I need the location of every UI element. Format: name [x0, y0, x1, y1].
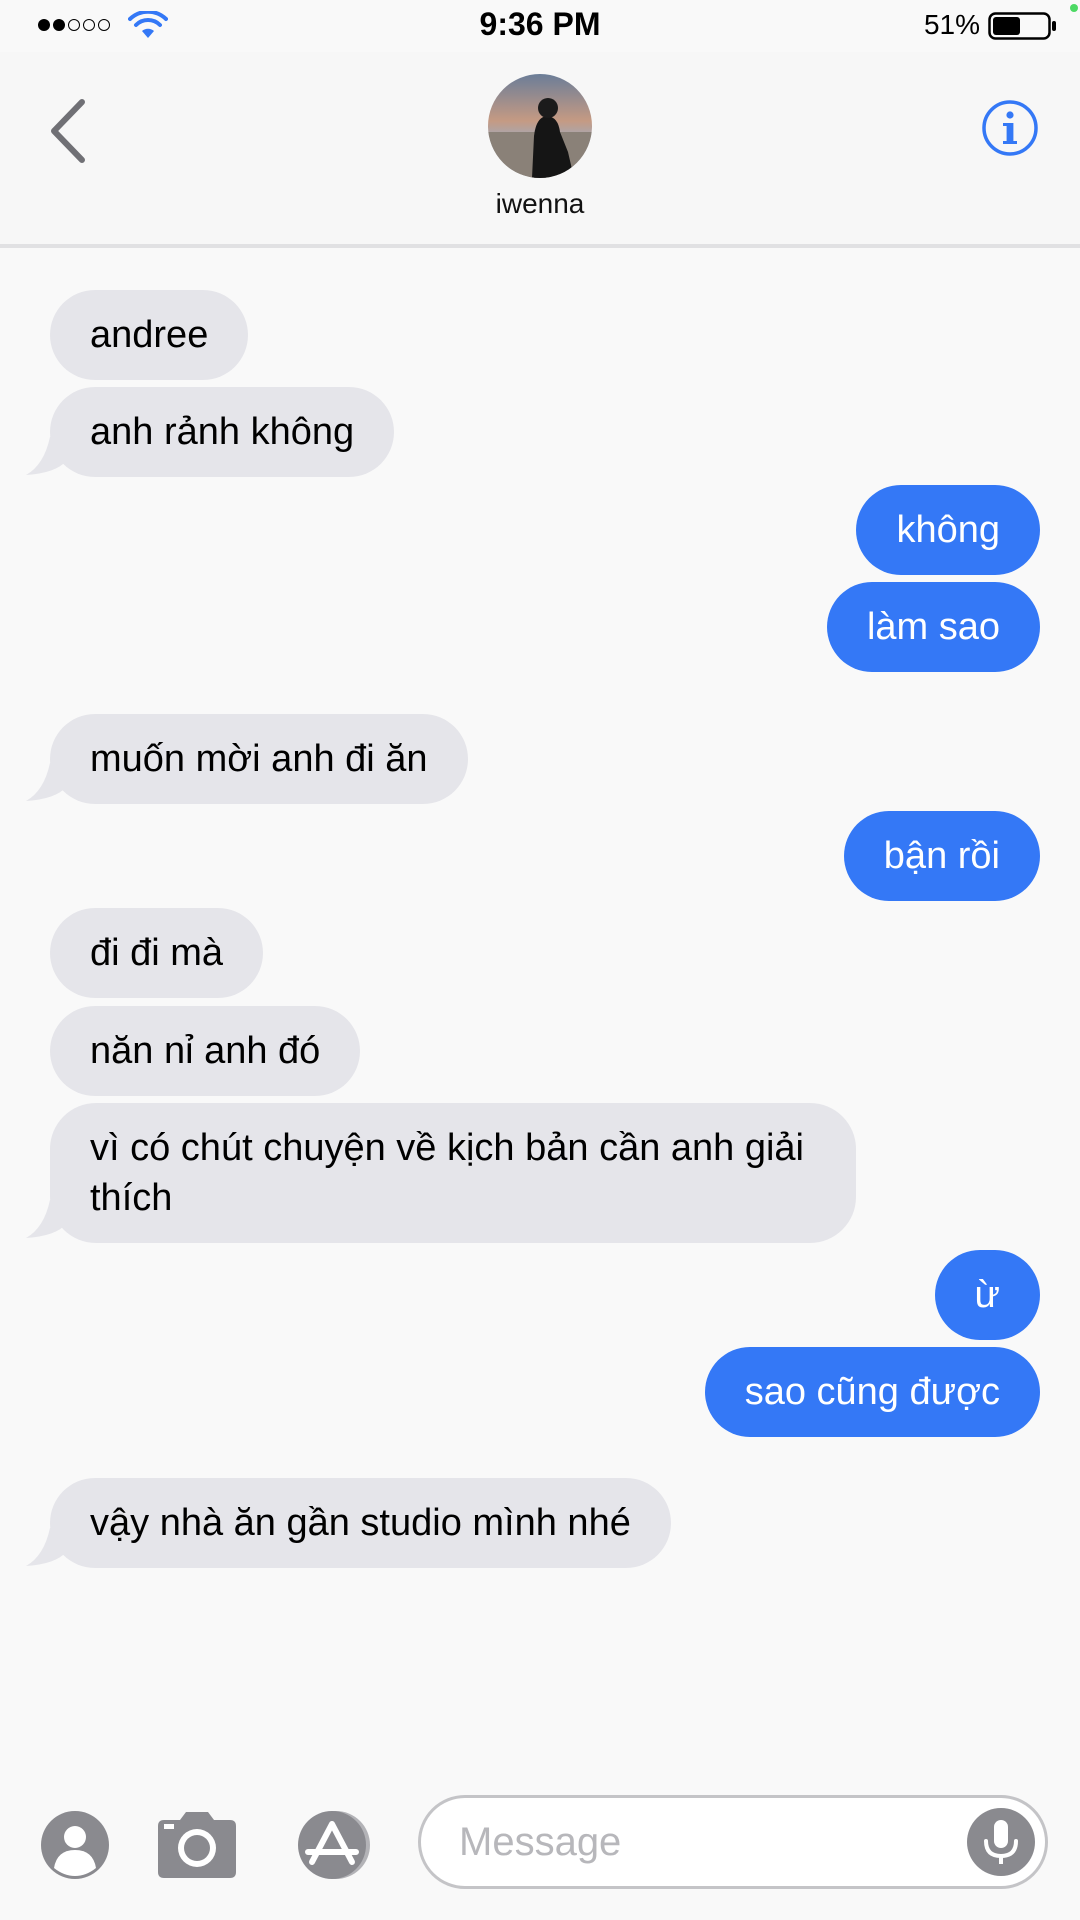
battery-icon: [988, 12, 1056, 40]
contact-name[interactable]: iwenna: [0, 188, 1080, 220]
message-placeholder: Message: [459, 1820, 622, 1864]
app-store-icon[interactable]: [290, 1810, 380, 1880]
message-bubble-incoming[interactable]: vậy nhà ăn gần studio mình nhé: [50, 1478, 671, 1568]
microphone-icon[interactable]: [967, 1808, 1035, 1876]
message-bubble-outgoing[interactable]: không: [856, 485, 1040, 575]
message-bubble-outgoing[interactable]: bận rồi: [843, 811, 1040, 901]
bubble-tail: [26, 763, 66, 801]
bubble-tail: [26, 1200, 66, 1238]
battery-percentage: 51%: [923, 9, 980, 40]
info-icon[interactable]: [980, 98, 1040, 158]
message-bubble-outgoing[interactable]: làm sao: [826, 582, 1040, 672]
bubble-tail: [26, 437, 66, 475]
message-thread: andree anh rảnh không không làm sao muốn…: [0, 248, 1080, 1748]
message-bubble-outgoing[interactable]: sao cũng được: [704, 1347, 1040, 1437]
charging-indicator: [1070, 4, 1078, 12]
bubble-tail: [26, 1528, 66, 1566]
compose-bar: Message: [0, 1770, 1080, 1920]
message-bubble-incoming[interactable]: đi đi mà: [50, 908, 264, 998]
message-bubble-outgoing[interactable]: ừ: [934, 1250, 1040, 1340]
contact-icon[interactable]: [40, 1810, 110, 1880]
message-bubble-incoming[interactable]: năn nỉ anh đó: [50, 1006, 361, 1096]
message-bubble-incoming[interactable]: anh rảnh không: [50, 387, 395, 477]
messages-screen: 9:36 PM 51% iwenna andree anh rảnh không…: [0, 0, 1080, 1920]
message-bubble-incoming[interactable]: muốn mời anh đi ăn: [50, 714, 468, 804]
back-button[interactable]: [46, 96, 90, 166]
conversation-header: iwenna: [0, 52, 1080, 248]
message-input[interactable]: Message: [418, 1795, 1048, 1889]
contact-avatar[interactable]: [488, 74, 592, 178]
status-bar: 9:36 PM 51%: [0, 0, 1080, 52]
message-bubble-incoming[interactable]: vì có chút chuyện về kịch bản cần anh gi…: [50, 1103, 856, 1243]
message-bubble-incoming[interactable]: andree: [50, 290, 249, 380]
status-time: 9:36 PM: [479, 6, 601, 42]
camera-icon[interactable]: [154, 1810, 240, 1880]
